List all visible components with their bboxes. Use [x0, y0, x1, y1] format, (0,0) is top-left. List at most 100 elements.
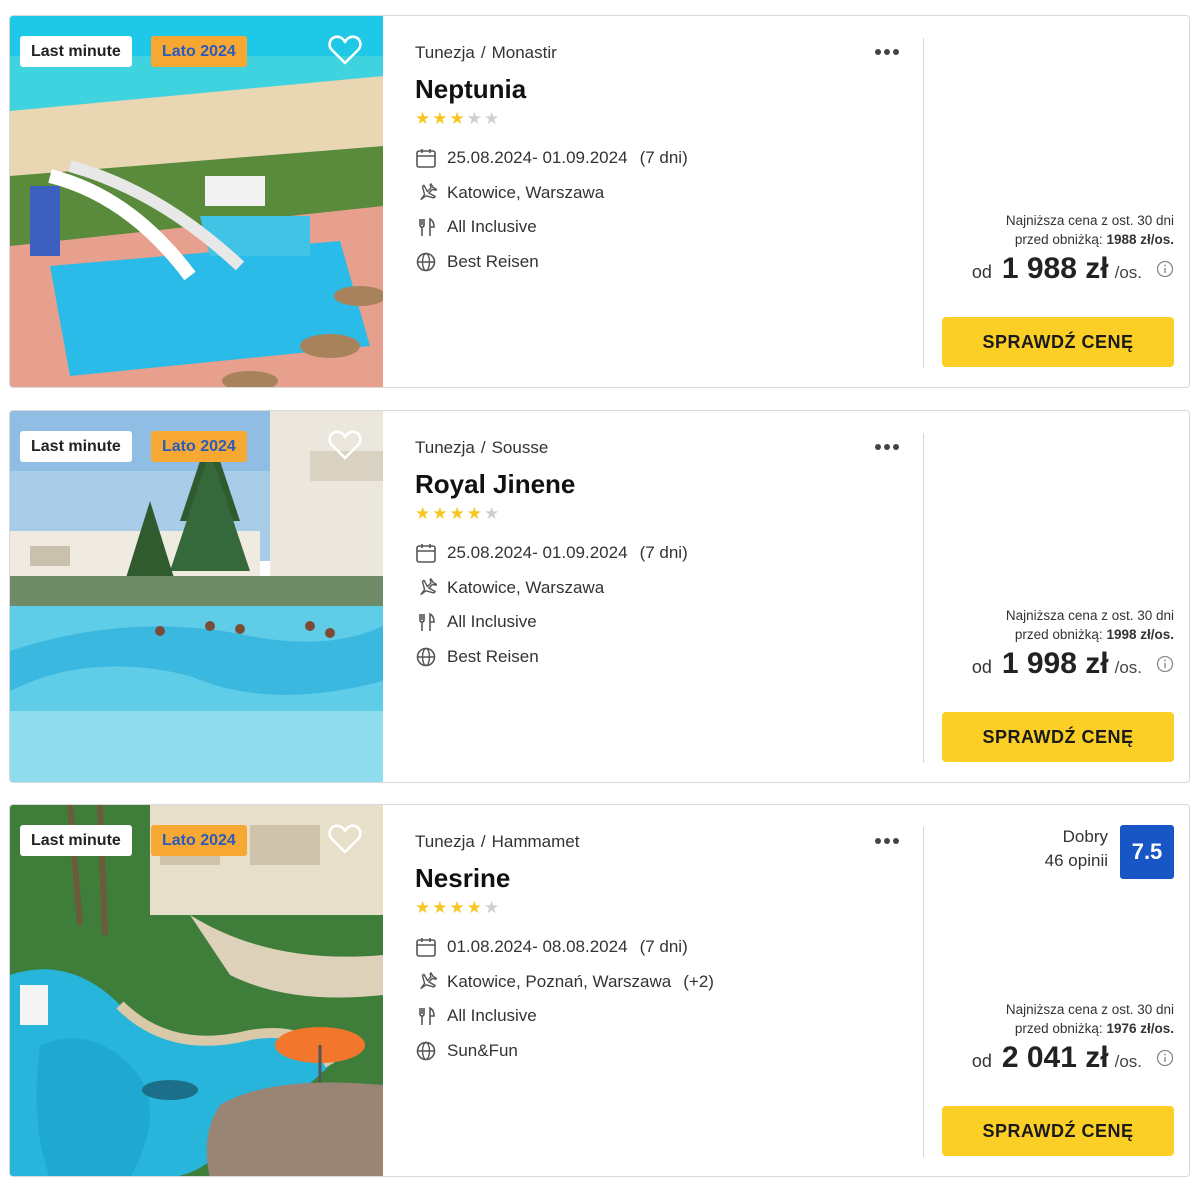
operator-text: Best Reisen — [447, 647, 539, 666]
calendar-icon — [416, 938, 436, 957]
operator-text: Sun&Fun — [447, 1041, 518, 1060]
hotel-photo[interactable] — [10, 805, 383, 1176]
lowest-price-value: 1998 zł/os. — [1106, 627, 1174, 642]
check-price-button[interactable]: SPRAWDŹ CENĘ — [942, 712, 1174, 762]
favorite-heart-icon[interactable] — [328, 823, 362, 855]
info-icon[interactable] — [1156, 260, 1174, 278]
departure-row: Katowice, Warszawa — [415, 577, 604, 599]
board-text: All Inclusive — [447, 1006, 537, 1025]
hotel-name[interactable]: Royal Jinene — [415, 469, 575, 500]
more-options-icon[interactable] — [875, 42, 909, 60]
dates-text: 25.08.2024- 01.09.2024 — [447, 543, 628, 562]
rating-label: Dobry — [1062, 827, 1108, 846]
star-icon: ★ — [484, 109, 500, 128]
city-link[interactable]: Sousse — [492, 438, 549, 457]
divider — [923, 827, 924, 1157]
hotel-name[interactable]: Neptunia — [415, 74, 526, 105]
fork-knife-icon — [419, 1006, 435, 1025]
price-line: od 2 041 zł /os. — [972, 1041, 1174, 1075]
star-icon: ★ — [484, 898, 500, 917]
offer-card[interactable]: Last minute Lato 2024 Tunezja / Sousse Roy… — [9, 410, 1190, 783]
price-prefix: od — [971, 1051, 992, 1071]
dates-text: 25.08.2024- 01.09.2024 — [447, 148, 628, 167]
info-icon[interactable] — [1156, 655, 1174, 673]
country-link[interactable]: Tunezja — [415, 832, 475, 851]
offer-card[interactable]: Last minute Lato 2024 Tunezja / Hammamet N… — [9, 804, 1190, 1177]
more-options-icon[interactable] — [875, 437, 909, 455]
star-icon: ★ — [484, 504, 500, 523]
location-breadcrumb: Tunezja / Monastir — [415, 43, 557, 63]
calendar-icon — [416, 544, 436, 563]
star-icon: ★ — [415, 109, 431, 128]
dates-row: 01.08.2024- 08.08.2024 (7 dni) — [415, 936, 688, 958]
lowest-price-label: Najniższa cena z ost. 30 dni — [1005, 1002, 1174, 1017]
price-prefix: od — [971, 657, 992, 677]
lowest-price-value: 1988 zł/os. — [1106, 232, 1174, 247]
divider — [923, 433, 924, 763]
favorite-heart-icon[interactable] — [328, 429, 362, 461]
duration-text: (7 dni) — [639, 937, 688, 956]
star-icon: ★ — [466, 504, 482, 523]
season-badge: Lato 2024 — [151, 431, 247, 462]
price-amount: 1 988 zł — [1001, 252, 1109, 285]
departure-row: Katowice, Poznań, Warszawa (+2) — [415, 971, 714, 993]
location-breadcrumb: Tunezja / Sousse — [415, 438, 548, 458]
board-row: All Inclusive — [415, 216, 537, 238]
departure-extra-link[interactable]: (+2) — [683, 972, 714, 992]
star-icon: ★ — [449, 109, 465, 128]
departure-row: Katowice, Warszawa — [415, 182, 604, 204]
price-column: Dobry 46 opinii 7.5 Najniższa cena z ost… — [942, 805, 1174, 1176]
star-rating: ★ ★ ★ ★ ★ — [415, 899, 499, 916]
city-link[interactable]: Hammamet — [492, 832, 580, 851]
operator-row: Sun&Fun — [415, 1040, 518, 1062]
board-row: All Inclusive — [415, 611, 537, 633]
fork-knife-icon — [419, 612, 435, 631]
country-link[interactable]: Tunezja — [415, 438, 475, 457]
operator-row: Best Reisen — [415, 251, 539, 273]
departure-text: Katowice, Warszawa — [447, 578, 605, 597]
plane-icon — [420, 578, 437, 596]
star-icon: ★ — [432, 898, 448, 917]
check-price-button[interactable]: SPRAWDŹ CENĘ — [942, 317, 1174, 367]
before-discount-label: przed obniżką: — [1014, 1021, 1103, 1036]
breadcrumb-separator: / — [480, 832, 486, 851]
offer-info: Tunezja / Hammamet Nesrine ★ ★ ★ ★ ★ 01.08.202… — [415, 805, 925, 1176]
lowest-price-value: 1976 zł/os. — [1106, 1021, 1174, 1036]
dates-text: 01.08.2024- 08.08.2024 — [447, 937, 628, 956]
star-icon: ★ — [466, 109, 482, 128]
offer-card[interactable]: Last minute Lato 2024 Tunezja / Monastir N… — [9, 15, 1190, 388]
country-link[interactable]: Tunezja — [415, 43, 475, 62]
info-icon[interactable] — [1156, 1049, 1174, 1067]
hotel-name[interactable]: Nesrine — [415, 863, 510, 894]
favorite-heart-icon[interactable] — [328, 34, 362, 66]
plane-icon — [420, 183, 437, 201]
globe-icon — [416, 252, 436, 272]
price-line: od 1 998 zł /os. — [972, 647, 1174, 681]
star-icon: ★ — [432, 504, 448, 523]
dates-row: 25.08.2024- 01.09.2024 (7 dni) — [415, 147, 688, 169]
price-suffix: /os. — [1114, 263, 1142, 282]
city-link[interactable]: Monastir — [492, 43, 557, 62]
board-text: All Inclusive — [447, 217, 537, 236]
star-rating: ★ ★ ★ ★ ★ — [415, 505, 499, 522]
price-suffix: /os. — [1114, 1052, 1142, 1071]
operator-row: Best Reisen — [415, 646, 539, 668]
breadcrumb-separator: / — [480, 43, 486, 62]
duration-text: (7 dni) — [639, 543, 688, 562]
star-rating: ★ ★ ★ ★ ★ — [415, 110, 499, 127]
last-minute-badge: Last minute — [20, 36, 132, 67]
check-price-button[interactable]: SPRAWDŹ CENĘ — [942, 1106, 1174, 1156]
more-options-icon[interactable] — [875, 831, 909, 849]
offer-info: Tunezja / Sousse Royal Jinene ★ ★ ★ ★ ★ 25.08.… — [415, 411, 925, 782]
rating-score: 7.5 — [1120, 825, 1174, 879]
breadcrumb-separator: / — [480, 438, 486, 457]
lowest-price-note: Najniższa cena z ost. 30 dni przed obniż… — [1006, 211, 1174, 249]
price-line: od 1 988 zł /os. — [972, 252, 1174, 286]
star-icon: ★ — [449, 504, 465, 523]
board-text: All Inclusive — [447, 612, 537, 631]
hotel-photo[interactable] — [10, 411, 383, 782]
review-rating[interactable]: Dobry 46 opinii 7.5 — [1045, 825, 1174, 879]
lowest-price-note: Najniższa cena z ost. 30 dni przed obniż… — [1006, 606, 1174, 644]
fork-knife-icon — [419, 217, 435, 236]
hotel-photo[interactable] — [10, 16, 383, 387]
